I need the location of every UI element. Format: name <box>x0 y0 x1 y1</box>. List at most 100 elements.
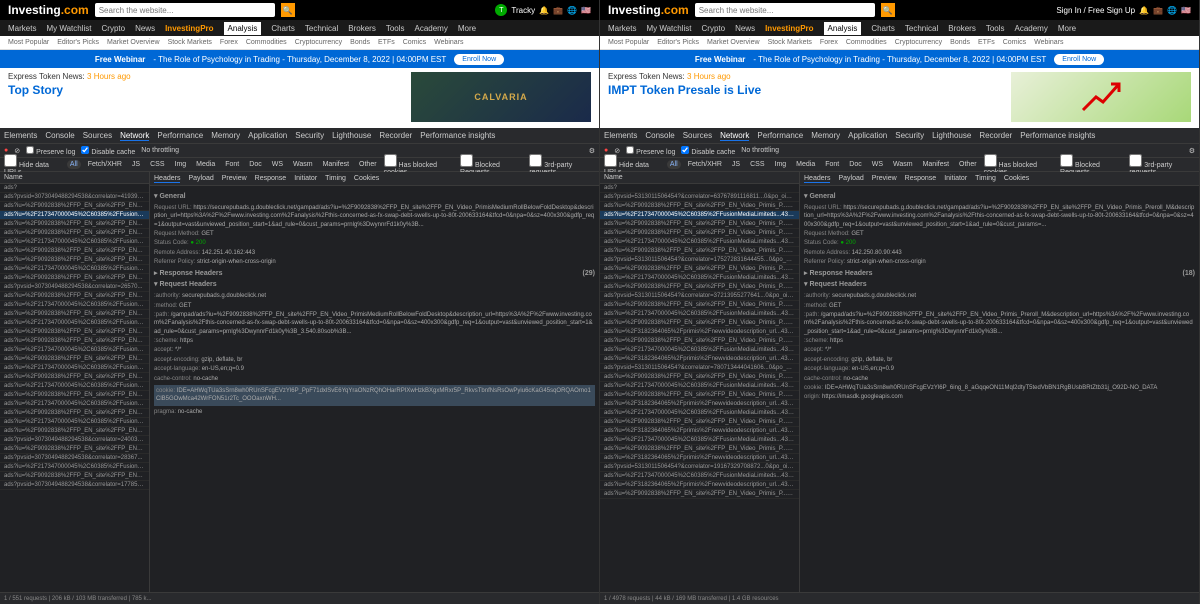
nav-item-tools[interactable]: Tools <box>986 24 1005 33</box>
avatar[interactable]: T <box>495 4 507 16</box>
devtools-tab-performance insights[interactable]: Performance insights <box>420 131 495 140</box>
devtools-tab-elements[interactable]: Elements <box>4 131 37 140</box>
request-row[interactable]: ads?iu=%2F3182364065%2Fprimis%2Fnewvideo… <box>600 400 799 409</box>
nav-item-news[interactable]: News <box>135 24 155 33</box>
nav-item-investingpro[interactable]: InvestingPro <box>165 24 213 33</box>
request-row[interactable]: ads?iu=%2F9092838%2FFP_EN_site%2FFP_EN_V… <box>0 409 149 418</box>
subnav-item[interactable]: Comics <box>1003 39 1026 46</box>
request-row[interactable]: ads?iu=%2F217347000045%2C60385%2FFusionM… <box>0 301 149 310</box>
globe-icon[interactable]: 🌐 <box>1167 6 1177 15</box>
ad-image[interactable] <box>1011 72 1191 122</box>
filter-font[interactable]: Font <box>822 160 842 169</box>
nav-item-analysis[interactable]: Analysis <box>224 22 262 35</box>
request-row[interactable]: ads?iu=%2F9092838%2FFP_EN_site%2FFP_EN_V… <box>0 202 149 211</box>
request-row[interactable]: ads?iu=%2F9092838%2FFP_EN_site%2FFP_EN_V… <box>600 391 799 400</box>
devtools-tab-performance[interactable]: Performance <box>157 131 203 140</box>
request-row[interactable]: ads?iu=%2F9092838%2FFP_EN_site%2FFP_EN_V… <box>0 472 149 481</box>
filter-media[interactable]: Media <box>193 160 218 169</box>
subnav-item[interactable]: Commodities <box>246 39 287 46</box>
flag-icon[interactable]: 🇺🇸 <box>1181 6 1191 15</box>
filter-all[interactable]: All <box>67 160 81 169</box>
response-headers-section[interactable]: ▸ Response Headers (18) <box>804 269 1195 279</box>
devtools-tab-network[interactable]: Network <box>120 131 149 141</box>
nav-item-technical[interactable]: Technical <box>305 24 338 33</box>
request-row[interactable]: ads?iu=%2F217347000045%2C60385%2FFusionM… <box>600 436 799 445</box>
devtools-tab-performance[interactable]: Performance <box>757 131 803 140</box>
search-button[interactable]: 🔍 <box>281 3 295 17</box>
request-row[interactable]: ads?iu=%2F9092838%2FFP_EN_site%2FFP_EN_V… <box>0 445 149 454</box>
request-row[interactable]: ads?iu=%2F217347000045%2C60385%2FFusionM… <box>600 382 799 391</box>
auth-link[interactable]: Sign In / Free Sign Up <box>1056 6 1135 15</box>
disable-cache-checkbox[interactable]: Disable cache <box>681 146 735 156</box>
portfolio-icon[interactable]: 💼 <box>1153 6 1163 15</box>
request-row[interactable]: ads?iu=%2F217347000045%2C60385%2FFusionM… <box>0 400 149 409</box>
subnav-item[interactable]: Editor's Picks <box>657 39 699 46</box>
detail-tab-response[interactable]: Response <box>905 175 937 182</box>
devtools-tab-memory[interactable]: Memory <box>211 131 240 140</box>
request-row[interactable]: ads?iu=%2F9092838%2FFP_EN_site%2FFP_EN_V… <box>0 373 149 382</box>
subnav-item[interactable]: Stock Markets <box>168 39 212 46</box>
bell-icon[interactable]: 🔔 <box>539 6 549 15</box>
request-row[interactable]: ads?iu=%2F217347000045%2C60385%2FFusionM… <box>600 274 799 283</box>
devtools-tab-memory[interactable]: Memory <box>811 131 840 140</box>
search-box[interactable] <box>695 3 875 17</box>
request-row[interactable]: ads?iu=%2F9092838%2FFP_EN_site%2FFP_EN_V… <box>600 265 799 274</box>
filter-ws[interactable]: WS <box>269 160 286 169</box>
request-row[interactable]: ads? <box>600 184 799 193</box>
name-column-header[interactable]: Name <box>600 172 799 184</box>
request-row[interactable]: ads?iu=%2F9092838%2FFP_EN_site%2FFP_EN_V… <box>0 274 149 283</box>
request-row[interactable]: ads?iu=%2F9092838%2FFP_EN_site%2FFP_EN_V… <box>600 301 799 310</box>
request-row[interactable]: ads?iu=%2F217347000045%2C60385%2FFusionM… <box>0 319 149 328</box>
devtools-tab-lighthouse[interactable]: Lighthouse <box>932 131 971 140</box>
filter-other[interactable]: Other <box>356 160 380 169</box>
subnav-item[interactable]: Webinars <box>1034 39 1063 46</box>
filter-css[interactable]: CSS <box>147 160 167 169</box>
filter-fetch/xhr[interactable]: Fetch/XHR <box>685 160 725 169</box>
request-row[interactable]: ads?iu=%2F217347000045%2C60385%2FFusionM… <box>0 238 149 247</box>
request-row[interactable]: ads?iu=%2F9092838%2FFP_EN_site%2FFP_EN_V… <box>0 292 149 301</box>
ad-image[interactable]: CALVARIA <box>411 72 591 122</box>
nav-item-markets[interactable]: Markets <box>8 24 36 33</box>
request-row[interactable]: ads?iu=%2F9092838%2FFP_EN_site%2FFP_EN_V… <box>600 418 799 427</box>
request-row[interactable]: ads?iu=%2F3182364065%2Fprimis%2Fnewvideo… <box>600 454 799 463</box>
filter-img[interactable]: Img <box>172 160 190 169</box>
request-row[interactable]: ads?iu=%2F217347000045%2C60385%2FFusionM… <box>600 238 799 247</box>
request-row[interactable]: ads?iu=%2F9092838%2FFP_EN_site%2FFP_EN_V… <box>600 202 799 211</box>
globe-icon[interactable]: 🌐 <box>567 6 577 15</box>
devtools-tab-sources[interactable]: Sources <box>83 131 112 140</box>
nav-item-brokers[interactable]: Brokers <box>348 24 376 33</box>
throttling-select[interactable]: No throttling <box>741 147 779 154</box>
request-row[interactable]: ads?iu=%2F217347000045%2C60385%2FFusionM… <box>0 346 149 355</box>
search-button[interactable]: 🔍 <box>881 3 895 17</box>
filter-img[interactable]: Img <box>772 160 790 169</box>
search-box[interactable] <box>95 3 275 17</box>
devtools-tab-console[interactable]: Console <box>645 131 674 140</box>
request-row[interactable]: ads?iu=%2F9092838%2FFP_EN_site%2FFP_EN_V… <box>600 490 799 499</box>
subnav-item[interactable]: Comics <box>403 39 426 46</box>
detail-tab-timing[interactable]: Timing <box>975 175 996 182</box>
request-row[interactable]: ads?iu=%2F3182364065%2Fprimis%2Fnewvideo… <box>600 427 799 436</box>
nav-item-markets[interactable]: Markets <box>608 24 636 33</box>
request-list[interactable]: Name ads?ads?pvsid=3073049488294538&corr… <box>0 172 150 592</box>
request-list[interactable]: Name ads?ads?pvsid=5313011506454?&correl… <box>600 172 800 592</box>
request-row[interactable]: ads?iu=%2F217347000045%2C60385%2FFusionM… <box>0 265 149 274</box>
subnav-item[interactable]: Stock Markets <box>768 39 812 46</box>
name-column-header[interactable]: Name <box>0 172 149 184</box>
devtools-tab-security[interactable]: Security <box>295 131 324 140</box>
detail-tab-preview[interactable]: Preview <box>872 175 897 182</box>
headers-body[interactable]: ▾ General Request URL: https://securepub… <box>150 186 599 592</box>
devtools-tab-recorder[interactable]: Recorder <box>979 131 1012 140</box>
request-row[interactable]: ads?pvsid=5313011506454?&correlator=6376… <box>600 193 799 202</box>
detail-tab-timing[interactable]: Timing <box>325 175 346 182</box>
subnav-item[interactable]: Cryptocurrency <box>895 39 942 46</box>
request-row[interactable]: ads?iu=%2F217347000045%2C60385%2FFusionM… <box>600 472 799 481</box>
nav-item-academy[interactable]: Academy <box>415 24 448 33</box>
devtools-tab-recorder[interactable]: Recorder <box>379 131 412 140</box>
request-row[interactable]: ads?iu=%2F9092838%2FFP_EN_site%2FFP_EN_V… <box>0 391 149 400</box>
story-block[interactable]: Express Token News: 3 Hours ago Top Stor… <box>8 72 403 124</box>
subnav-item[interactable]: Most Popular <box>608 39 649 46</box>
subnav-item[interactable]: Bonds <box>950 39 970 46</box>
request-row[interactable]: ads? <box>0 184 149 193</box>
filter-css[interactable]: CSS <box>747 160 767 169</box>
detail-tab-response[interactable]: Response <box>255 175 287 182</box>
